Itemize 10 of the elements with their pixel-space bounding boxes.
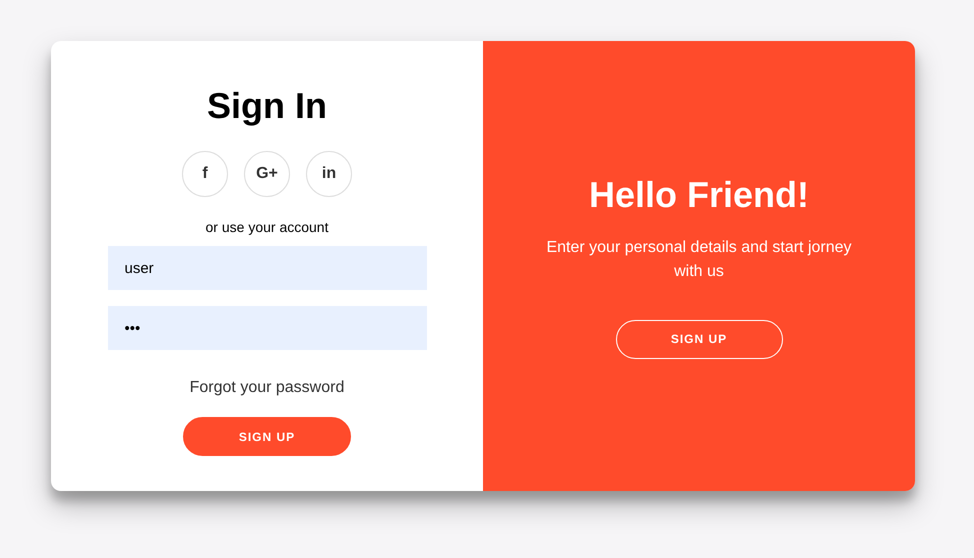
hint-text: or use your account (206, 218, 328, 237)
input-field[interactable]: ••• (108, 306, 426, 350)
heading: Sign In (207, 85, 327, 127)
heading: Hello Friend! (588, 174, 809, 216)
input-field[interactable]: user (108, 246, 426, 290)
social-login-button[interactable]: f (182, 151, 228, 197)
forgot-password-link[interactable]: Forgot your password (190, 376, 344, 400)
social-login-button[interactable]: in (306, 151, 352, 197)
social-login-button[interactable]: G+ (244, 151, 290, 197)
description: Enter your personal details and start jorney with us (545, 238, 853, 282)
